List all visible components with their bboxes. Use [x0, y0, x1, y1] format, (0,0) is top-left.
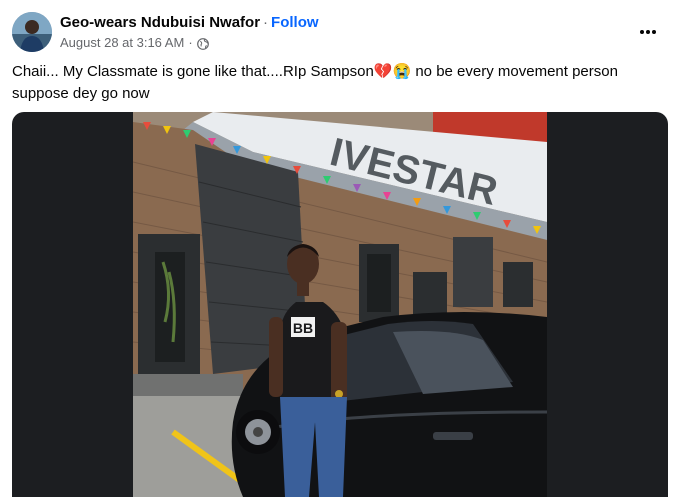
name-separator: · — [263, 14, 269, 31]
post-photo[interactable]: IVESTAR BB — [133, 112, 547, 497]
post-subline: August 28 at 3:16 AM · — [60, 34, 319, 52]
timestamp-separator: · — [188, 35, 193, 50]
author-avatar[interactable] — [12, 12, 52, 52]
post-caption: Chaii... My Classmate is gone like that.… — [12, 63, 618, 102]
author-name[interactable]: Geo-wears Ndubuisi Nwafor — [60, 14, 260, 31]
follow-button[interactable]: Follow — [271, 14, 319, 31]
post-media[interactable]: IVESTAR BB — [12, 112, 668, 497]
post-meta: Geo-wears Ndubuisi Nwafor · Follow August … — [60, 13, 319, 52]
shirt-logo-text: BB — [293, 320, 313, 336]
author-line: Geo-wears Ndubuisi Nwafor · Follow — [60, 13, 319, 32]
facebook-post: Geo-wears Ndubuisi Nwafor · Follow August … — [0, 0, 674, 497]
more-options-icon[interactable] — [634, 18, 662, 46]
post-header: Geo-wears Ndubuisi Nwafor · Follow August … — [12, 12, 662, 54]
post-timestamp[interactable]: August 28 at 3:16 AM — [60, 34, 184, 52]
globe-icon[interactable] — [196, 37, 209, 50]
